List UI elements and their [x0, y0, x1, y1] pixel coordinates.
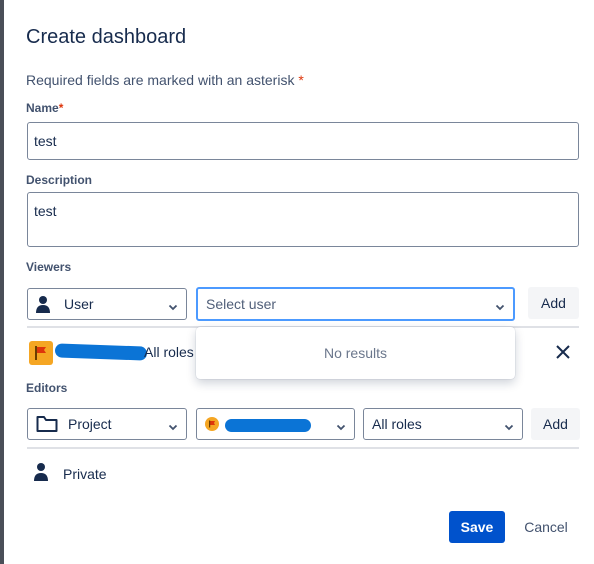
- user-select-menu: No results: [196, 327, 515, 379]
- create-dashboard-dialog: Create dashboard Required fields are mar…: [4, 0, 594, 564]
- cancel-button[interactable]: Cancel: [514, 511, 578, 543]
- person-icon: [34, 462, 48, 486]
- editors-project-select[interactable]: [196, 408, 355, 440]
- editors-type-value: Project: [68, 416, 112, 432]
- chevron-down-icon: [504, 419, 514, 431]
- viewers-type-select[interactable]: User: [27, 288, 187, 320]
- editor-entry: Private: [27, 461, 227, 483]
- redacted-project-name: [225, 416, 330, 432]
- chevron-down-icon: [168, 299, 178, 311]
- editor-entry-label: Private: [63, 466, 107, 482]
- editors-roles-value: All roles: [372, 416, 422, 432]
- editors-divider: [27, 447, 579, 449]
- required-fields-note: Required fields are marked with an aster…: [26, 72, 304, 88]
- required-note-text: Required fields are marked with an aster…: [26, 72, 295, 88]
- folder-icon: [36, 415, 58, 433]
- viewers-user-select[interactable]: Select user: [196, 287, 515, 321]
- chevron-down-icon: [168, 419, 178, 431]
- editors-add-button[interactable]: Add: [531, 408, 580, 440]
- no-results-message: No results: [323, 345, 388, 361]
- viewers-label: Viewers: [26, 260, 72, 274]
- name-label-text: Name: [26, 101, 59, 115]
- editors-type-select[interactable]: Project: [27, 408, 187, 440]
- description-label: Description: [26, 173, 93, 187]
- required-asterisk: *: [298, 72, 304, 88]
- close-icon[interactable]: [555, 344, 571, 360]
- name-required-asterisk: *: [58, 101, 64, 115]
- project-flag-icon: [29, 341, 53, 370]
- description-textarea[interactable]: test: [27, 192, 579, 247]
- viewers-type-value: User: [64, 296, 94, 312]
- viewer-roles: All roles: [144, 344, 194, 360]
- redacted-viewer-name: [54, 343, 148, 361]
- editors-label: Editors: [26, 381, 68, 395]
- project-flag-icon: [205, 417, 219, 431]
- name-input[interactable]: test: [27, 122, 579, 160]
- viewers-add-button[interactable]: Add: [528, 287, 579, 319]
- name-label: Name*: [26, 101, 63, 115]
- editors-roles-select[interactable]: All roles: [363, 408, 523, 440]
- chevron-down-icon: [336, 419, 346, 431]
- chevron-down-icon: [495, 299, 505, 311]
- dialog-title: Create dashboard: [26, 26, 187, 48]
- person-icon: [36, 295, 50, 313]
- save-button[interactable]: Save: [449, 511, 505, 543]
- user-select-placeholder: Select user: [206, 296, 277, 312]
